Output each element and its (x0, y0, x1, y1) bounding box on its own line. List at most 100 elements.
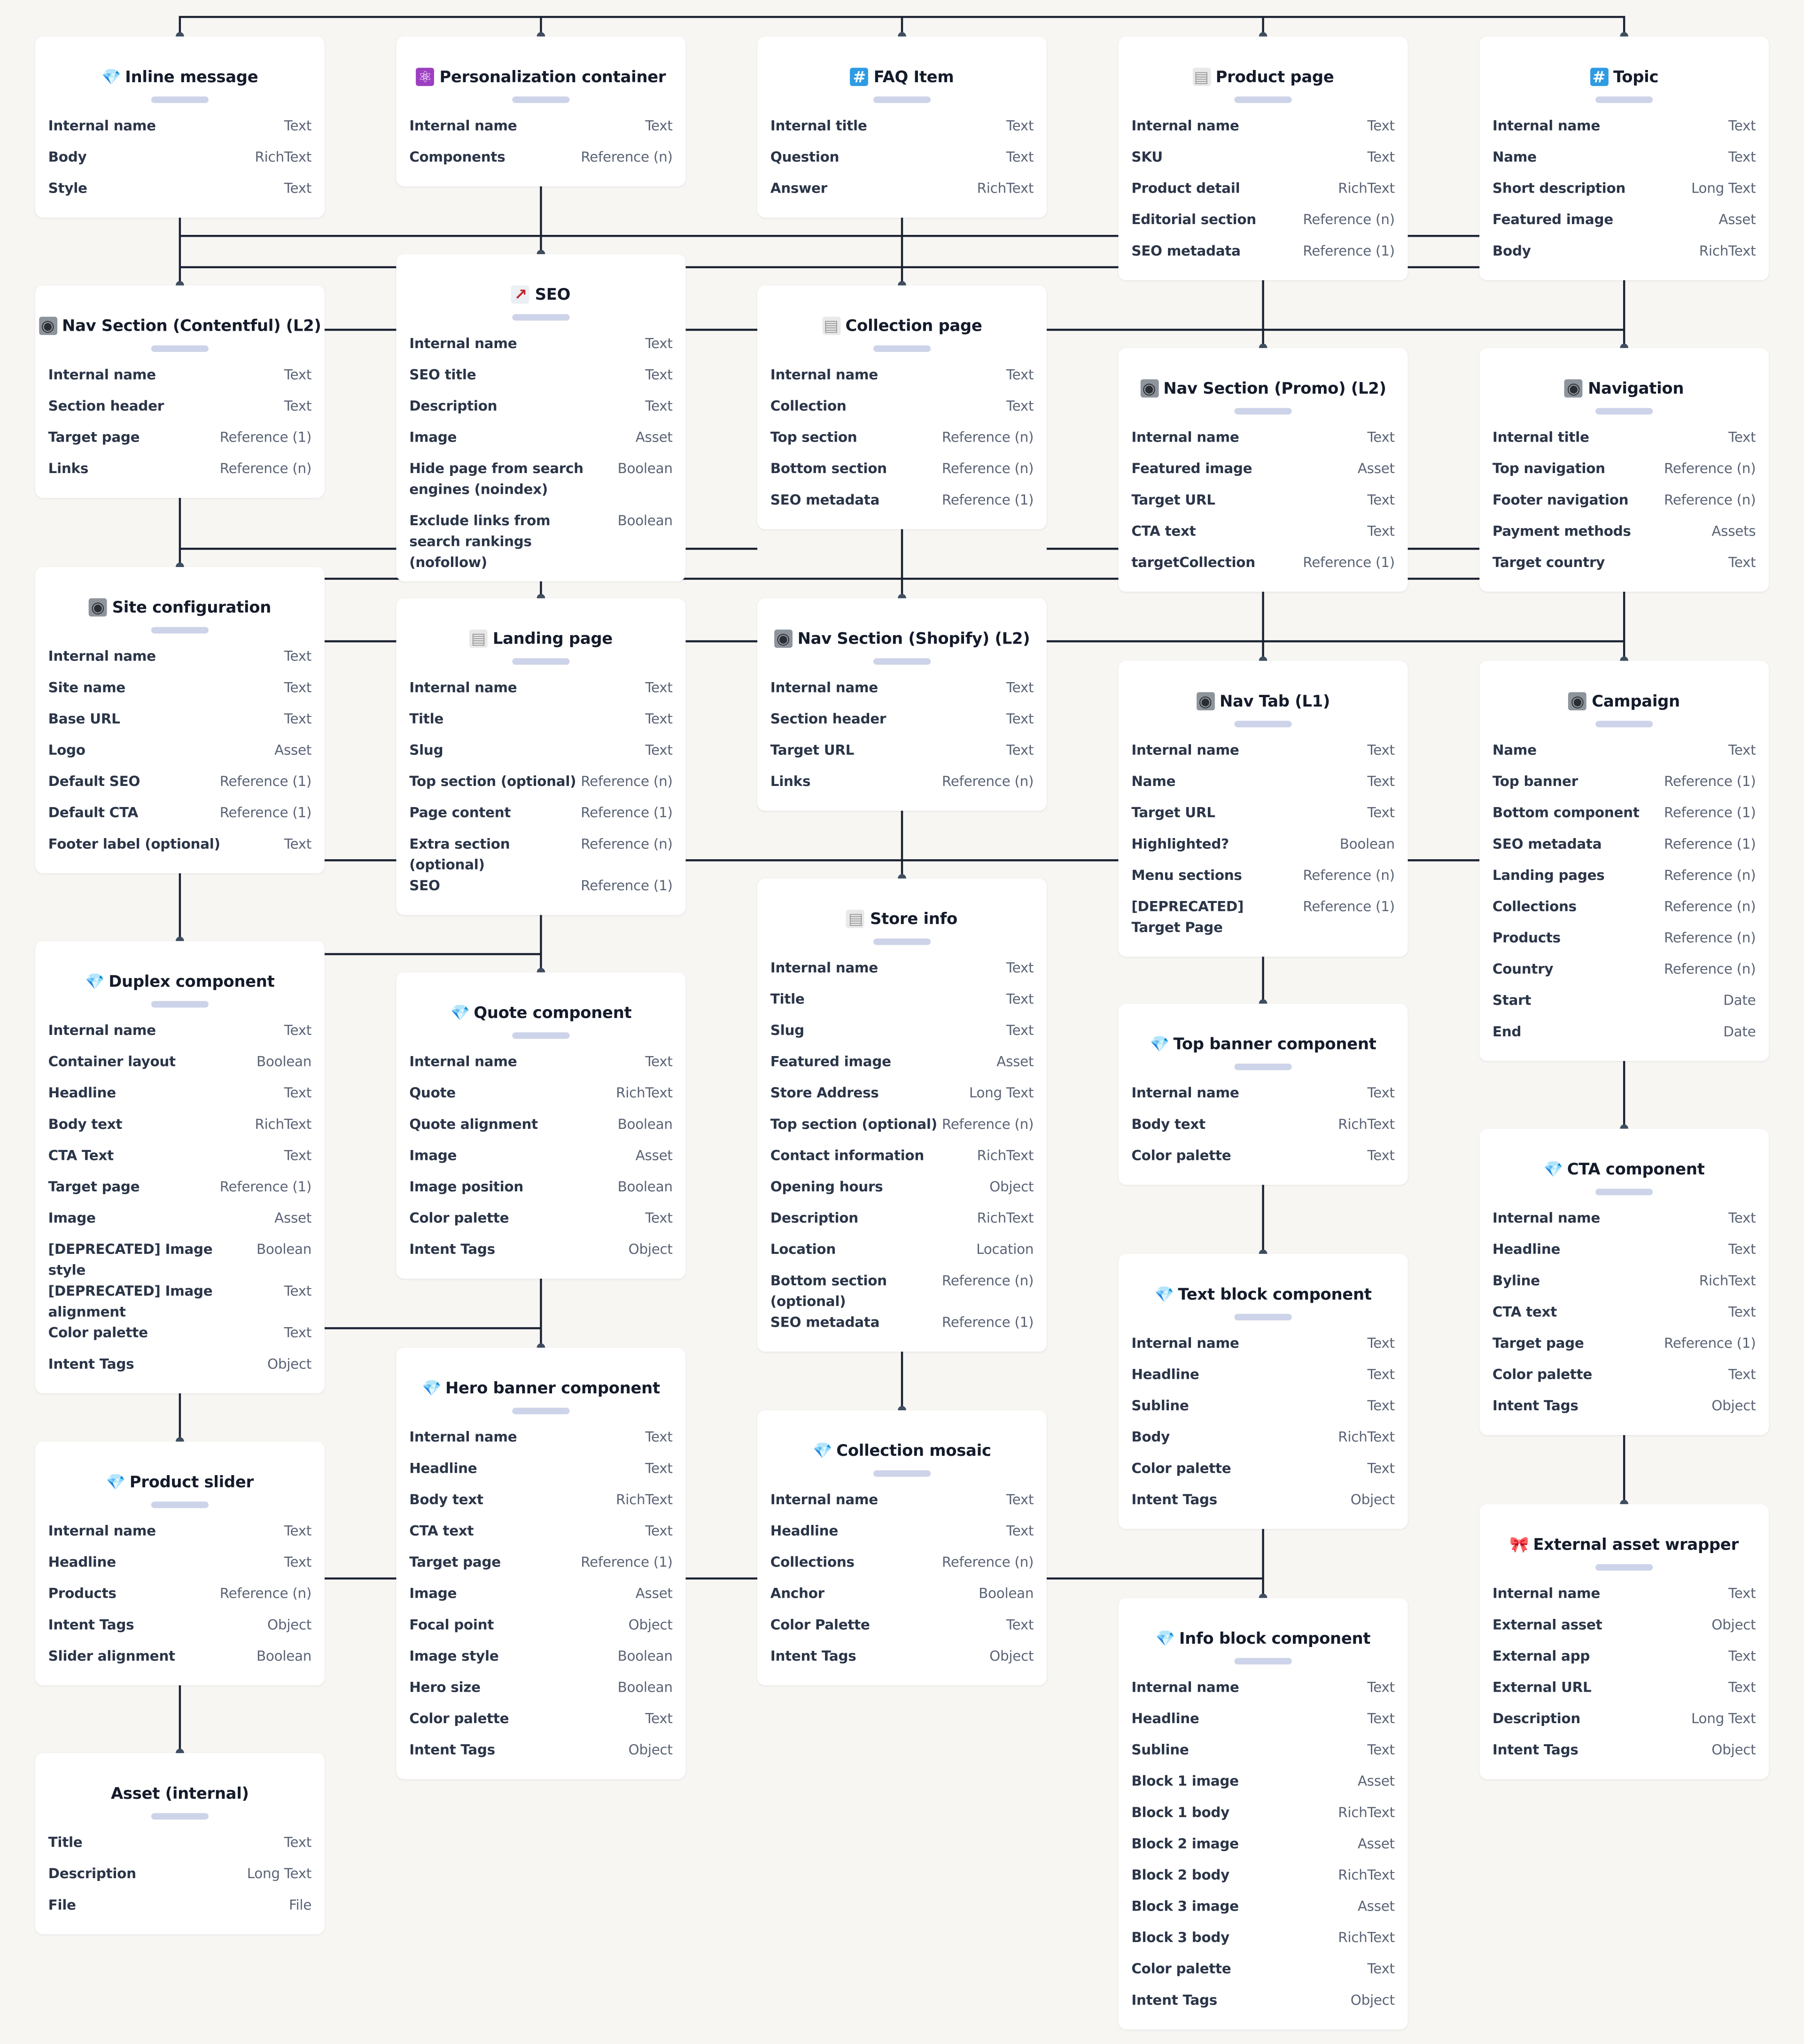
field-row[interactable]: Internal name Text (409, 116, 673, 148)
field-row[interactable]: Internal title Text (1493, 427, 1756, 459)
field-row[interactable]: Quote alignment Boolean (409, 1114, 673, 1146)
field-row[interactable]: Internal name Text (770, 678, 1034, 709)
drag-handle[interactable] (1595, 96, 1653, 103)
field-row[interactable]: Section header Text (48, 396, 312, 427)
field-row[interactable]: Internal name Text (770, 365, 1034, 396)
field-row[interactable]: Featured image Asset (1131, 459, 1395, 490)
field-row[interactable]: Components Reference (n) (409, 148, 673, 179)
field-row[interactable]: Name Text (1131, 772, 1395, 803)
drag-handle[interactable] (151, 627, 209, 634)
card-personalization-container[interactable]: ⚛ Personalization container Internal name T… (396, 36, 686, 187)
field-row[interactable]: Image Asset (409, 427, 673, 459)
card-landing-page[interactable]: ▤ Landing page Internal name Text Title Text S… (396, 598, 686, 915)
drag-handle[interactable] (1234, 96, 1292, 103)
field-row[interactable]: Internal name Text (1131, 740, 1395, 772)
field-row[interactable]: Headline Text (409, 1459, 673, 1490)
field-row[interactable]: Featured image Asset (770, 1052, 1034, 1083)
field-row[interactable]: Internal name Text (1131, 116, 1395, 148)
field-row[interactable]: Internal name Text (48, 365, 312, 396)
field-row[interactable]: CTA Text Text (48, 1146, 312, 1177)
field-row[interactable]: End Date (1493, 1022, 1756, 1053)
field-row[interactable]: [DEPRECATED] Image alignment Text (48, 1281, 312, 1323)
card-top-banner-component[interactable]: 💎 Top banner component Internal name Text Bo… (1118, 1003, 1408, 1185)
field-row[interactable]: Description Long Text (48, 1864, 312, 1896)
field-row[interactable]: Image Asset (409, 1584, 673, 1615)
field-row[interactable]: Top section Reference (n) (770, 427, 1034, 459)
drag-handle[interactable] (151, 1813, 209, 1820)
field-row[interactable]: Color palette Text (48, 1323, 312, 1354)
drag-handle[interactable] (1234, 408, 1292, 415)
card-seo[interactable]: ↗ SEO Internal name Text SEO title Text Descri… (396, 254, 686, 582)
field-row[interactable]: Bottom section (optional) Reference (n) (770, 1271, 1034, 1313)
field-row[interactable]: SEO metadata Reference (1) (770, 490, 1034, 521)
field-row[interactable]: Menu sections Reference (n) (1131, 865, 1395, 897)
card-site-configuration[interactable]: ◉ Site configuration Internal name Text Site… (35, 567, 325, 873)
field-row[interactable]: Products Reference (n) (48, 1584, 312, 1615)
field-row[interactable]: Hide page from search engines (noindex) B… (409, 459, 673, 511)
drag-handle[interactable] (512, 658, 570, 665)
card-duplex-component[interactable]: 💎 Duplex component Internal name Text Contai… (35, 941, 325, 1394)
field-row[interactable]: Landing pages Reference (n) (1493, 865, 1756, 897)
field-row[interactable]: Internal name Text (409, 678, 673, 709)
field-row[interactable]: Intent Tags Object (48, 1615, 312, 1647)
field-row[interactable]: [DEPRECATED] Target Page Reference (1) (1131, 897, 1395, 949)
drag-handle[interactable] (512, 1032, 570, 1039)
field-row[interactable]: Internal name Text (1493, 116, 1756, 148)
field-row[interactable]: Subline Text (1131, 1396, 1395, 1428)
field-row[interactable]: Headline Text (48, 1083, 312, 1115)
drag-handle[interactable] (512, 1407, 570, 1414)
field-row[interactable]: Color palette Text (409, 1208, 673, 1240)
field-row[interactable]: Footer navigation Reference (n) (1493, 490, 1756, 521)
card-asset-internal[interactable]: Asset (internal) Title Text Description Long… (35, 1753, 325, 1935)
field-row[interactable]: Target URL Text (1131, 490, 1395, 521)
field-row[interactable]: Image Asset (409, 1146, 673, 1177)
field-row[interactable]: Internal name Text (409, 1427, 673, 1459)
field-row[interactable]: Footer label (optional) Text (48, 834, 312, 866)
field-row[interactable]: External asset Object (1493, 1615, 1756, 1647)
field-row[interactable]: Internal name Text (770, 1490, 1034, 1521)
field-row[interactable]: Headline Text (48, 1553, 312, 1584)
field-row[interactable]: Short description Long Text (1493, 179, 1756, 210)
card-store-info[interactable]: ▤ Store info Internal name Text Title Text Slu… (757, 878, 1047, 1352)
field-row[interactable]: Title Text (770, 989, 1034, 1021)
field-row[interactable]: SEO title Text (409, 365, 673, 396)
field-row[interactable]: Description Text (409, 396, 673, 427)
field-row[interactable]: Anchor Boolean (770, 1584, 1034, 1615)
field-row[interactable]: Links Reference (n) (770, 772, 1034, 803)
field-row[interactable]: Internal name Text (409, 334, 673, 365)
drag-handle[interactable] (1234, 1658, 1292, 1665)
field-row[interactable]: SEO Reference (1) (409, 876, 673, 908)
field-row[interactable]: Intent Tags Object (1493, 1396, 1756, 1428)
field-row[interactable]: Bottom section Reference (n) (770, 459, 1034, 490)
field-row[interactable]: Internal name Text (1131, 1678, 1395, 1709)
drag-handle[interactable] (1234, 1064, 1292, 1070)
field-row[interactable]: Title Text (409, 709, 673, 740)
field-row[interactable]: Internal name Text (770, 958, 1034, 989)
drag-handle[interactable] (151, 96, 209, 103)
field-row[interactable]: Target page Reference (1) (48, 427, 312, 459)
field-row[interactable]: Description RichText (770, 1208, 1034, 1240)
field-row[interactable]: Target page Reference (1) (1493, 1333, 1756, 1365)
field-row[interactable]: Hero size Boolean (409, 1678, 673, 1709)
field-row[interactable]: Opening hours Object (770, 1177, 1034, 1208)
card-navigation[interactable]: ◉ Navigation Internal title Text Top navigat… (1479, 348, 1769, 592)
field-row[interactable]: Slider alignment Boolean (48, 1646, 312, 1678)
field-row[interactable]: Quote RichText (409, 1083, 673, 1115)
field-row[interactable]: Collections Reference (n) (770, 1553, 1034, 1584)
field-row[interactable]: Body RichText (1493, 241, 1756, 272)
drag-handle[interactable] (873, 1470, 931, 1477)
field-row[interactable]: SEO metadata Reference (1) (1493, 834, 1756, 866)
field-row[interactable]: Internal name Text (1131, 1083, 1395, 1115)
field-row[interactable]: Intent Tags Object (770, 1646, 1034, 1678)
field-row[interactable]: Image style Boolean (409, 1646, 673, 1678)
field-row[interactable]: Block 1 body RichText (1131, 1803, 1395, 1834)
field-row[interactable]: Image Asset (48, 1208, 312, 1240)
field-row[interactable]: Slug Text (770, 1021, 1034, 1052)
field-row[interactable]: Block 2 image Asset (1131, 1834, 1395, 1865)
field-row[interactable]: Body text RichText (409, 1490, 673, 1521)
field-row[interactable]: Collections Reference (n) (1493, 897, 1756, 928)
field-row[interactable]: Color Palette Text (770, 1615, 1034, 1647)
field-row[interactable]: Store Address Long Text (770, 1083, 1034, 1115)
field-row[interactable]: Default CTA Reference (1) (48, 803, 312, 834)
field-row[interactable]: Name Text (1493, 740, 1756, 772)
